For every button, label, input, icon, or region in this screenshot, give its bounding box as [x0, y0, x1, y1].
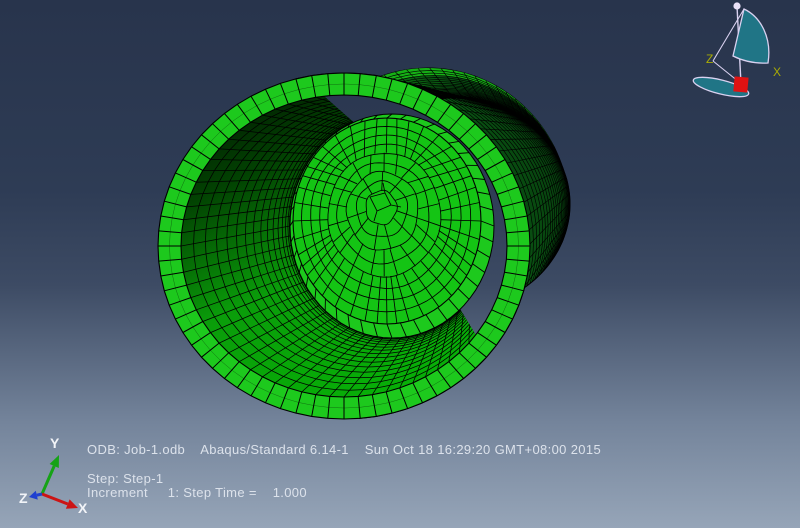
viewport-canvas[interactable]: Z X Y X Z — [0, 0, 800, 528]
triad-z-label: Z — [19, 490, 28, 506]
inner-cylinder-face — [292, 117, 482, 325]
compass-marker — [733, 76, 749, 93]
triad-y-label: Y — [50, 435, 60, 451]
abaqus-viewport[interactable]: Z X Y X Z ODB: Job-1.odb Abaqus/Standard… — [0, 0, 800, 528]
compass-knob — [733, 2, 741, 10]
triad-x-label: X — [78, 500, 88, 516]
compass-x-label: X — [773, 65, 781, 79]
compass-z-label: Z — [706, 52, 713, 66]
